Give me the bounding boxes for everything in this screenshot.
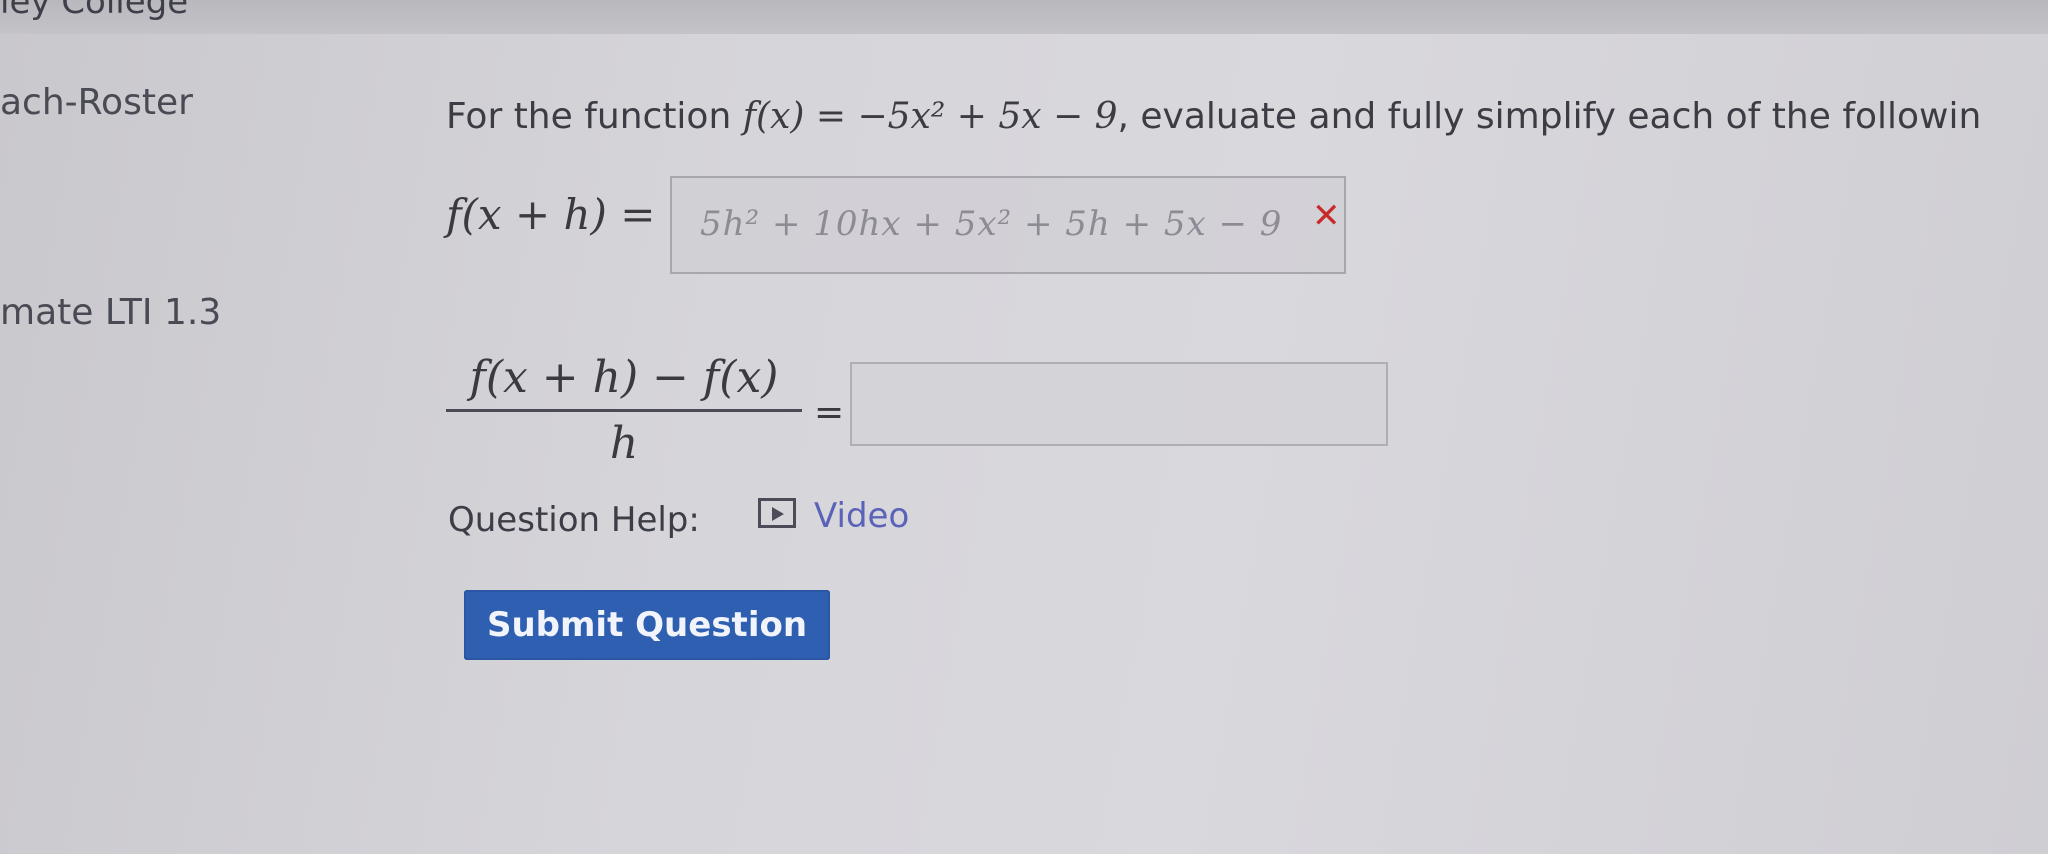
prompt-suffix: , evaluate and fully simplify each of th…: [1117, 96, 1982, 137]
question-help-label: Question Help:: [448, 500, 700, 540]
fraction-numerator: f(x + h) − f(x): [469, 352, 779, 403]
submit-question-button[interactable]: Submit Question: [464, 590, 830, 660]
video-icon[interactable]: [758, 498, 796, 528]
part2-equals: =: [814, 392, 845, 433]
part1-label: f(x + h) =: [446, 190, 656, 239]
top-band: [0, 0, 2048, 34]
fraction-denominator: h: [609, 418, 639, 469]
difference-quotient: f(x + h) − f(x) h: [446, 352, 802, 469]
sidebar-item-lti[interactable]: mate LTI 1.3: [0, 292, 221, 333]
function-expression: f(x) = −5x² + 5x − 9: [742, 96, 1118, 137]
part1-answer-value: 5h² + 10hx + 5x² + 5h + 5x − 9: [700, 204, 1283, 244]
wrong-answer-icon: ✕: [1312, 196, 1341, 236]
college-name: ley College: [0, 0, 189, 22]
prompt-prefix: For the function: [446, 96, 743, 137]
part2-answer-field[interactable]: [850, 362, 1388, 446]
part1-answer-field[interactable]: 5h² + 10hx + 5x² + 5h + 5x − 9 ✕: [670, 176, 1346, 274]
fraction-bar: [446, 409, 802, 412]
video-link[interactable]: Video: [814, 496, 909, 536]
question-prompt: For the function f(x) = −5x² + 5x − 9, e…: [446, 96, 1981, 137]
sidebar-item-roster[interactable]: ach-Roster: [0, 82, 193, 123]
